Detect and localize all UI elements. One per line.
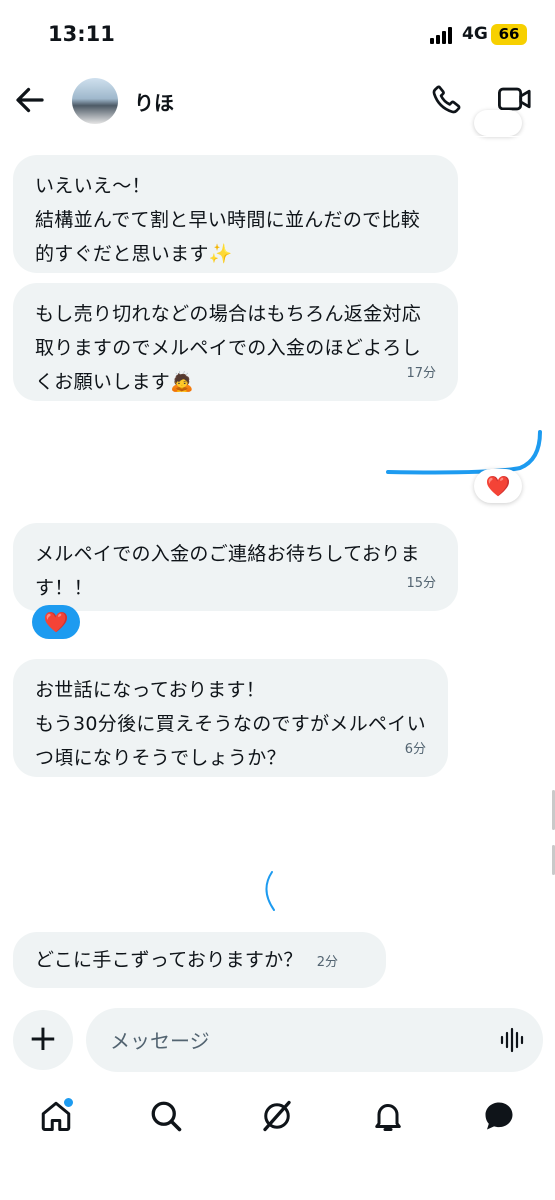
message-input[interactable]: [108, 1008, 492, 1074]
contact-name[interactable]: りほ: [134, 87, 174, 116]
messages-icon[interactable]: [481, 1098, 517, 1134]
signal-icon: [430, 26, 456, 44]
grok-icon[interactable]: [259, 1098, 295, 1134]
incoming-message[interactable]: メルペイでの入金のご連絡お待ちしております！！ 15分: [13, 523, 458, 611]
reaction-heart[interactable]: ❤️: [474, 469, 522, 503]
notifications-icon[interactable]: [370, 1098, 406, 1134]
incoming-message[interactable]: お世話になっております！ もう30分後に買えそうなのですがメルペイいつ頃になりそ…: [13, 659, 448, 777]
message-timestamp: 6分: [404, 742, 426, 757]
status-time: 13:11: [48, 22, 115, 46]
message-text: いえいえ〜！ 結構並んでて割と早い時間に並んだので比較的すぐだと思います✨: [35, 175, 421, 265]
message-text: お世話になっております！ もう30分後に買えそうなのですがメルペイいつ頃になりそ…: [35, 679, 426, 769]
message-composer: [86, 1008, 543, 1074]
network-label: 4G: [462, 24, 488, 44]
message-timestamp: 15分: [406, 576, 436, 591]
incoming-message[interactable]: もし売り切れなどの場合はもちろん返金対応取りますのでメルペイでの入金のほどよろし…: [13, 283, 458, 401]
voice-message-icon[interactable]: [499, 1027, 525, 1053]
incoming-message[interactable]: どこに手こずっておりますか？ 2分: [13, 932, 386, 988]
message-text: もし売り切れなどの場合はもちろん返金対応取りますのでメルペイでの入金のほどよろし…: [35, 303, 422, 393]
reaction-heart[interactable]: ❤️: [32, 605, 80, 639]
search-icon[interactable]: [148, 1098, 184, 1134]
message-timestamp: 2分: [316, 955, 339, 970]
status-bar: 13:11 4G 66: [0, 0, 555, 70]
phone-icon[interactable]: [430, 82, 464, 116]
message-text: メルペイでの入金のご連絡お待ちしております！！: [35, 543, 420, 599]
notification-dot: [62, 1096, 75, 1109]
conversation-header: りほ: [0, 70, 555, 130]
back-arrow-icon[interactable]: [12, 82, 48, 118]
own-message-attachment[interactable]: [380, 420, 555, 480]
incoming-message[interactable]: いえいえ〜！ 結構並んでて割と早い時間に並んだので比較的すぐだと思います✨: [13, 155, 458, 273]
loading-spinner: [265, 871, 275, 911]
add-attachment-button[interactable]: +: [13, 1010, 73, 1070]
avatar[interactable]: [72, 78, 118, 124]
header-divider: [0, 136, 555, 137]
message-timestamp: 17分: [406, 366, 436, 381]
battery-indicator: 66: [491, 24, 527, 45]
bottom-navigation: [0, 1086, 555, 1146]
reaction-chip-partial: [474, 110, 522, 136]
message-text: どこに手こずっておりますか？: [35, 949, 303, 971]
